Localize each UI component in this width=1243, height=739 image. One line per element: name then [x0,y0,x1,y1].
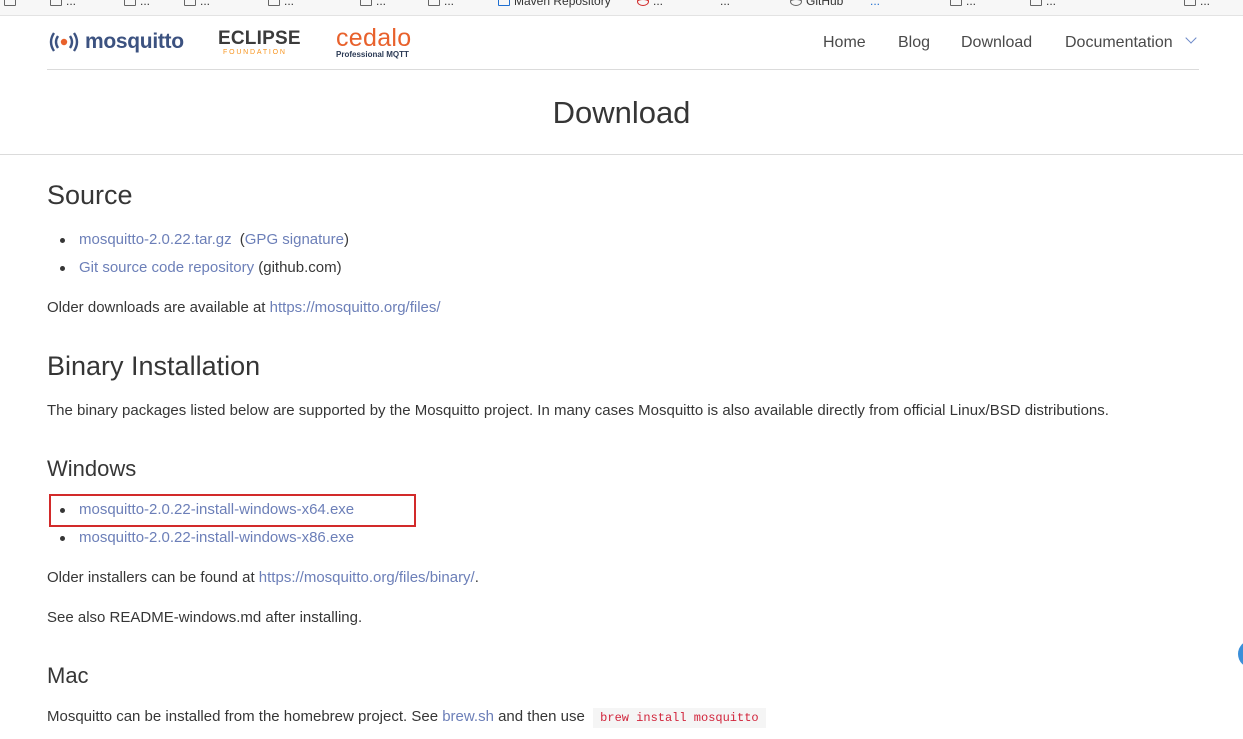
hero-section: Download [0,70,1243,155]
maven-icon[interactable] [498,0,510,6]
binary-intro-text: The binary packages listed below are sup… [47,402,1109,419]
nav-blog[interactable]: Blog [898,34,930,52]
bookmark-item[interactable]: ... [1046,0,1056,8]
nav-download[interactable]: Download [961,34,1032,52]
cedalo-logo[interactable]: cedalo Professional MQTT [336,25,411,59]
folder-icon[interactable] [1030,0,1042,6]
source-heading: Source [47,180,133,210]
older-downloads-text: Older downloads are available at https:/… [47,299,441,316]
apps-icon[interactable] [4,0,16,6]
bookmark-item[interactable]: ... [200,0,210,8]
floating-widget[interactable] [1238,640,1243,668]
mosquitto-logo[interactable]: mosquitto [47,27,184,57]
older-installers-prefix: Older installers can be found at [47,569,259,586]
git-repo-link[interactable]: Git source code repository [79,259,254,276]
folder-icon[interactable] [184,0,196,6]
brew-link[interactable]: brew.sh [442,708,494,725]
older-downloads-prefix: Older downloads are available at [47,299,270,316]
source-tarball-link[interactable]: mosquitto-2.0.22.tar.gz [79,231,232,248]
mosquitto-signal-icon [49,32,79,52]
site-icon[interactable] [637,0,649,6]
mac-heading: Mac [47,663,89,688]
windows-heading: Windows [47,456,137,481]
folder-icon[interactable] [950,0,962,6]
mac-text-mid: and then use [493,708,589,725]
bookmark-item[interactable]: ... [966,0,976,8]
bullet [60,508,65,513]
bookmark-item[interactable]: ... [376,0,386,8]
mac-install-text: Mosquitto can be installed from the home… [47,708,766,728]
page-title: Download [552,95,691,130]
bullet [60,266,65,271]
bookmark-item[interactable]: ... [870,0,880,8]
brew-command-code: brew install mosquitto [593,708,766,728]
eclipse-logo[interactable]: ECLIPSE FOUNDATION [218,29,306,57]
bookmark-item[interactable]: ... [720,0,730,8]
site-navbar: mosquitto ECLIPSE FOUNDATION cedalo Prof… [47,17,1199,70]
mac-text-prefix: Mosquitto can be installed from the home… [47,708,443,725]
chevron-down-icon[interactable] [1185,32,1197,44]
bookmark-item[interactable]: ... [66,0,76,8]
bookmark-item[interactable]: ... [140,0,150,8]
older-installers-text: Older installers can be found at https:/… [47,569,479,586]
folder-icon[interactable] [268,0,280,6]
git-host-label: (github.com) [254,259,342,276]
github-icon[interactable] [790,0,802,6]
bullet [60,238,65,243]
binary-installation-heading: Binary Installation [47,351,261,381]
bookmark-item[interactable]: GitHub [806,0,843,8]
bookmark-item[interactable]: ... [1200,0,1210,8]
folder-icon[interactable] [124,0,136,6]
bookmark-item[interactable]: Maven Repository [514,0,611,8]
bookmarks-bar: ... ... ... ... ... ... Maven Repository… [0,0,1243,16]
folder-icon[interactable] [50,0,62,6]
gpg-signature-link[interactable]: GPG signature [245,231,344,248]
windows-x64-installer-link[interactable]: mosquitto-2.0.22-install-windows-x64.exe [79,501,354,518]
folder-icon[interactable] [1184,0,1196,6]
bookmark-item[interactable]: ... [653,0,663,8]
paren-close: ) [343,231,349,248]
cedalo-wordmark: cedalo [336,24,412,52]
bullet [60,536,65,541]
nav-documentation[interactable]: Documentation [1065,34,1173,52]
bookmark-item[interactable]: ... [444,0,454,8]
older-installers-link[interactable]: https://mosquitto.org/files/binary/ [259,569,475,586]
older-installers-suffix: . [474,569,479,586]
nav-home[interactable]: Home [823,34,866,52]
eclipse-wordmark: ECLIPSE [218,28,301,49]
eclipse-subtitle: FOUNDATION [223,49,287,56]
bookmark-item[interactable]: ... [284,0,294,8]
readme-windows-text: See also README-windows.md after install… [47,609,363,626]
mosquitto-wordmark: mosquitto [85,30,184,53]
folder-icon[interactable] [360,0,372,6]
windows-x86-installer-link[interactable]: mosquitto-2.0.22-install-windows-x86.exe [79,529,354,546]
folder-icon[interactable] [428,0,440,6]
older-downloads-link[interactable]: https://mosquitto.org/files/ [270,299,441,316]
cedalo-subtitle: Professional MQTT [336,50,409,59]
